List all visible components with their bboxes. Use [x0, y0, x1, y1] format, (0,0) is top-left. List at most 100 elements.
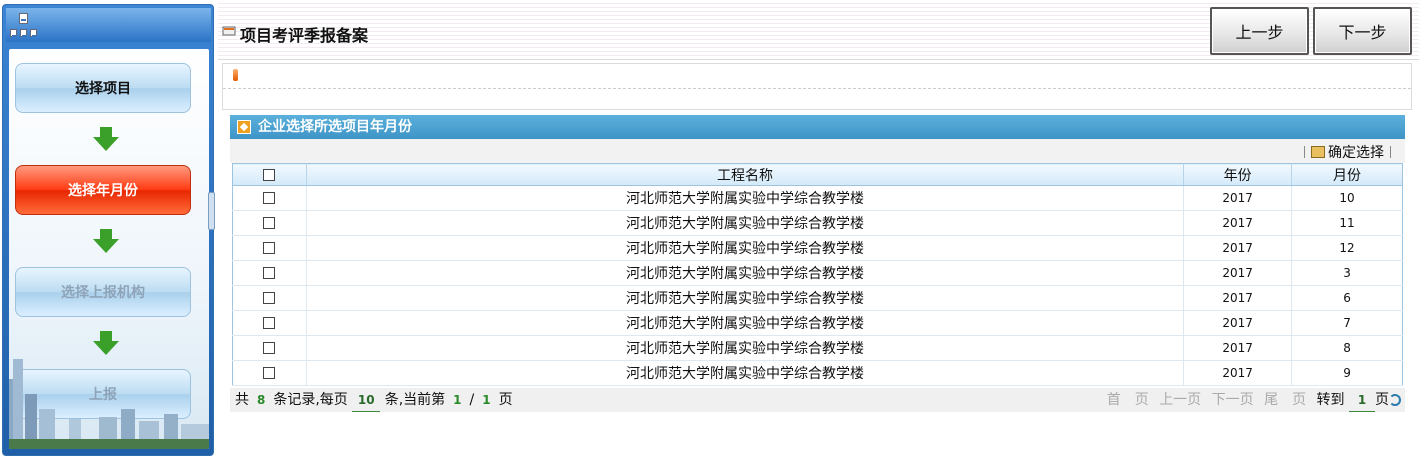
goto-page-input[interactable]: 1 [1349, 389, 1375, 412]
separator [1390, 146, 1391, 158]
pager-prefix: 共 [235, 392, 249, 408]
document-icon [19, 13, 28, 24]
year-cell: 2017 [1183, 260, 1293, 286]
total-pages: 1 [482, 393, 491, 407]
table-row[interactable]: 河北师范大学附属实验中学综合教学楼 2017 6 [232, 285, 1403, 311]
table-row[interactable]: 河北师范大学附属实验中学综合教学楼 2017 11 [232, 210, 1403, 236]
confirm-label: 确定选择 [1328, 145, 1384, 161]
first-page-link[interactable]: 首 页 [1107, 392, 1149, 408]
month-cell: 9 [1291, 360, 1403, 386]
row-checkbox-cell [232, 210, 307, 236]
row-checkbox-cell [232, 285, 307, 311]
total-records: 8 [257, 393, 266, 407]
pager-text: 页 [498, 392, 513, 408]
row-checkbox[interactable] [263, 217, 276, 229]
table-row[interactable]: 河北师范大学附属实验中学综合教学楼 2017 8 [232, 335, 1403, 361]
step-select-project[interactable]: 选择项目 [15, 63, 191, 113]
select-all-checkbox[interactable] [263, 168, 276, 181]
row-checkbox-cell [232, 360, 307, 386]
row-checkbox[interactable] [263, 342, 276, 354]
step-label: 选择上报机构 [61, 285, 145, 301]
sidebar: 选择项目 选择年月份 选择上报机构 上报 [0, 0, 216, 458]
marker-icon [233, 69, 238, 81]
month-cell: 6 [1291, 285, 1403, 311]
go-icon[interactable] [1389, 394, 1401, 406]
document-icon [20, 29, 27, 37]
grid-header-row: 工程名称 年份 月份 [232, 163, 1403, 186]
row-checkbox-cell [232, 335, 307, 361]
year-cell: 2017 [1183, 360, 1293, 386]
year-cell: 2017 [1183, 210, 1293, 236]
row-checkbox[interactable] [263, 292, 276, 304]
year-cell: 2017 [1183, 285, 1293, 311]
row-checkbox-cell [232, 235, 307, 261]
year-cell: 2017 [1183, 335, 1293, 361]
step-select-year-month[interactable]: 选择年月份 [15, 165, 191, 215]
edit-icon [222, 26, 236, 36]
month-cell: 12 [1291, 235, 1403, 261]
month-cell: 11 [1291, 210, 1403, 236]
column-header-name[interactable]: 工程名称 [306, 163, 1185, 186]
table-row[interactable]: 河北师范大学附属实验中学综合教学楼 2017 12 [232, 235, 1403, 261]
month-cell: 3 [1291, 260, 1403, 286]
row-checkbox[interactable] [263, 367, 276, 379]
row-checkbox[interactable] [263, 242, 276, 254]
panel-icon [237, 120, 251, 134]
separator [1304, 146, 1305, 158]
next-page-link[interactable]: 下一页 [1212, 392, 1254, 408]
row-checkbox[interactable] [263, 317, 276, 329]
grid-body: 河北师范大学附属实验中学综合教学楼 2017 10 河北师范大学附属实验中学综合教学楼… [232, 185, 1403, 386]
prev-page-link[interactable]: 上一页 [1159, 392, 1201, 408]
pager-summary: 共 8 条记录,每页 10 条,当前第 1/1 页 [235, 389, 513, 412]
confirm-selection-button[interactable]: 确定选择 [1298, 142, 1397, 162]
arrow-down-icon [93, 229, 119, 255]
month-cell: 7 [1291, 310, 1403, 336]
arrow-down-icon [93, 127, 119, 153]
year-cell: 2017 [1183, 235, 1293, 261]
pager-text: 条记录,每页 [273, 392, 348, 408]
sidebar-frame: 选择项目 选择年月份 选择上报机构 上报 [2, 4, 215, 456]
data-grid: 工程名称 年份 月份 河北师范大学附属实验中学综合教学楼 2017 10 河北师范大学… [232, 163, 1403, 386]
project-name-cell: 河北师范大学附属实验中学综合教学楼 [306, 260, 1185, 286]
table-row[interactable]: 河北师范大学附属实验中学综合教学楼 2017 3 [232, 260, 1403, 286]
project-name-cell: 河北师范大学附属实验中学综合教学楼 [306, 235, 1185, 261]
header-bar: 项目考评季报备案 上一步 下一步 [218, 0, 1419, 60]
table-row[interactable]: 河北师范大学附属实验中学综合教学楼 2017 10 [232, 185, 1403, 211]
month-cell: 8 [1291, 335, 1403, 361]
current-page: 1 [453, 393, 462, 407]
info-box [222, 63, 1412, 110]
year-cell: 2017 [1183, 185, 1293, 211]
month-cell: 10 [1291, 185, 1403, 211]
step-select-report-org[interactable]: 选择上报机构 [15, 267, 191, 317]
project-name-cell: 河北师范大学附属实验中学综合教学楼 [306, 360, 1185, 386]
goto-suffix: 页 [1375, 392, 1389, 408]
project-name-cell: 河北师范大学附属实验中学综合教学楼 [306, 185, 1185, 211]
city-skyline-image [9, 359, 209, 449]
row-checkbox-cell [232, 260, 307, 286]
pager-text: 条,当前第 [384, 392, 446, 408]
step-label: 选择项目 [75, 81, 131, 97]
step-list: 选择项目 选择年月份 选择上报机构 上报 [9, 49, 209, 449]
row-checkbox[interactable] [263, 192, 276, 204]
panel-header: 企业选择所选项目年月份 [230, 115, 1405, 139]
table-row[interactable]: 河北师范大学附属实验中学综合教学楼 2017 9 [232, 360, 1403, 386]
page-title: 项目考评季报备案 [240, 26, 369, 45]
project-name-cell: 河北师范大学附属实验中学综合教学楼 [306, 310, 1185, 336]
pager-nav: 首 页 上一页 下一页 尾 页 转到 1页 [1101, 389, 1401, 412]
column-header-year[interactable]: 年份 [1183, 163, 1293, 186]
row-checkbox-cell [232, 310, 307, 336]
prev-step-button[interactable]: 上一步 [1210, 7, 1309, 55]
page-size-input[interactable]: 10 [352, 389, 381, 412]
grid-toolbar: 确定选择 [230, 139, 1405, 163]
row-checkbox[interactable] [263, 267, 276, 279]
next-step-button[interactable]: 下一步 [1313, 7, 1412, 55]
sidebar-collapse-handle[interactable] [208, 192, 215, 230]
row-checkbox-cell [232, 185, 307, 211]
table-row[interactable]: 河北师范大学附属实验中学综合教学楼 2017 7 [232, 310, 1403, 336]
column-header-month[interactable]: 月份 [1291, 163, 1403, 186]
select-all-header [232, 163, 307, 186]
panel-title: 企业选择所选项目年月份 [258, 119, 412, 135]
project-name-cell: 河北师范大学附属实验中学综合教学楼 [306, 335, 1185, 361]
last-page-link[interactable]: 尾 页 [1264, 392, 1306, 408]
divider [223, 88, 1411, 89]
